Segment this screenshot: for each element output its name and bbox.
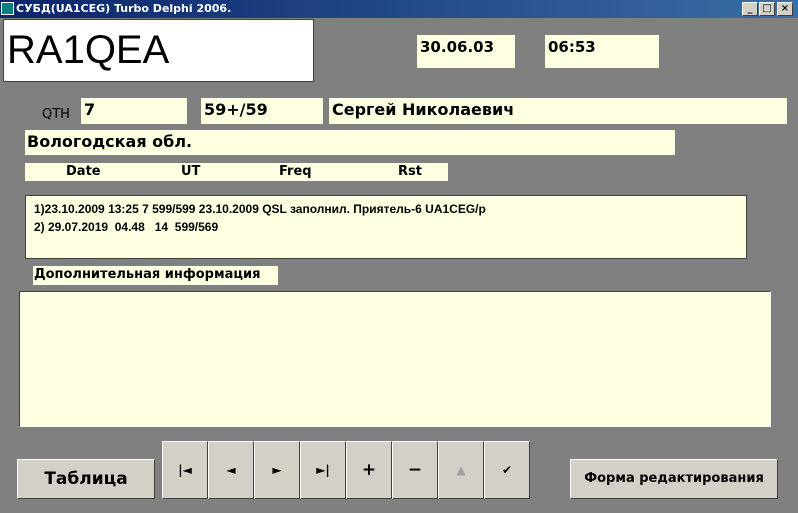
close-button[interactable]: ×	[777, 2, 793, 16]
check-icon: ✔	[501, 463, 513, 477]
nav-insert-button[interactable]: +	[346, 441, 392, 499]
operator-name-field[interactable]: Сергей Николаевич	[329, 98, 787, 124]
minimize-button[interactable]: _	[742, 2, 758, 16]
log-line: 1)23.10.2009 13:25 7 599/599 23.10.2009 …	[34, 202, 486, 216]
nav-last-button[interactable]: ►|	[300, 441, 346, 499]
rst-field[interactable]: 59+/59	[201, 98, 323, 124]
last-icon: ►|	[316, 463, 330, 477]
nav-next-button[interactable]: ►	[254, 441, 300, 499]
extra-info-memo[interactable]	[19, 291, 771, 427]
nav-prior-button[interactable]: ◄	[208, 441, 254, 499]
extra-info-label: Дополнительная информация	[33, 266, 278, 285]
edit-form-button[interactable]: Форма редактирования	[570, 459, 778, 499]
header-ut: UT	[181, 164, 201, 179]
window-title: СУБД(UA1CEG) Turbo Delphi 2006.	[16, 2, 232, 15]
log-line: 2) 29.07.2019 04.48 14 599/569	[34, 220, 219, 234]
qth-label: QTH	[42, 107, 70, 122]
time-field[interactable]: 06:53	[545, 35, 659, 68]
triangle-up-icon: ▲	[456, 463, 466, 477]
minus-icon: −	[407, 460, 423, 480]
log-header: Date UT Freq Rst	[25, 163, 448, 181]
app-icon[interactable]	[1, 2, 14, 15]
title-bar[interactable]: СУБД(UA1CEG) Turbo Delphi 2006. _ □ ×	[0, 0, 798, 18]
callsign-field[interactable]: RA1QEA	[3, 19, 314, 82]
qso-log-memo[interactable]: 1)23.10.2009 13:25 7 599/599 23.10.2009 …	[25, 195, 747, 259]
plus-icon: +	[361, 460, 377, 480]
next-icon: ►	[272, 463, 282, 477]
prior-icon: ◄	[226, 463, 236, 477]
region-field[interactable]: Вологодская обл.	[25, 130, 675, 155]
nav-first-button[interactable]: |◄	[162, 441, 208, 499]
nav-post-button[interactable]: ✔	[484, 441, 530, 499]
date-field[interactable]: 30.06.03	[417, 35, 515, 68]
nav-edit-button[interactable]: ▲	[438, 441, 484, 499]
header-rst: Rst	[398, 164, 422, 179]
qth-field[interactable]: 7	[81, 98, 187, 124]
header-date: Date	[66, 164, 101, 179]
first-icon: |◄	[178, 463, 192, 477]
header-freq: Freq	[279, 164, 312, 179]
nav-delete-button[interactable]: −	[392, 441, 438, 499]
maximize-button[interactable]: □	[759, 2, 775, 16]
table-button[interactable]: Таблица	[17, 459, 155, 499]
